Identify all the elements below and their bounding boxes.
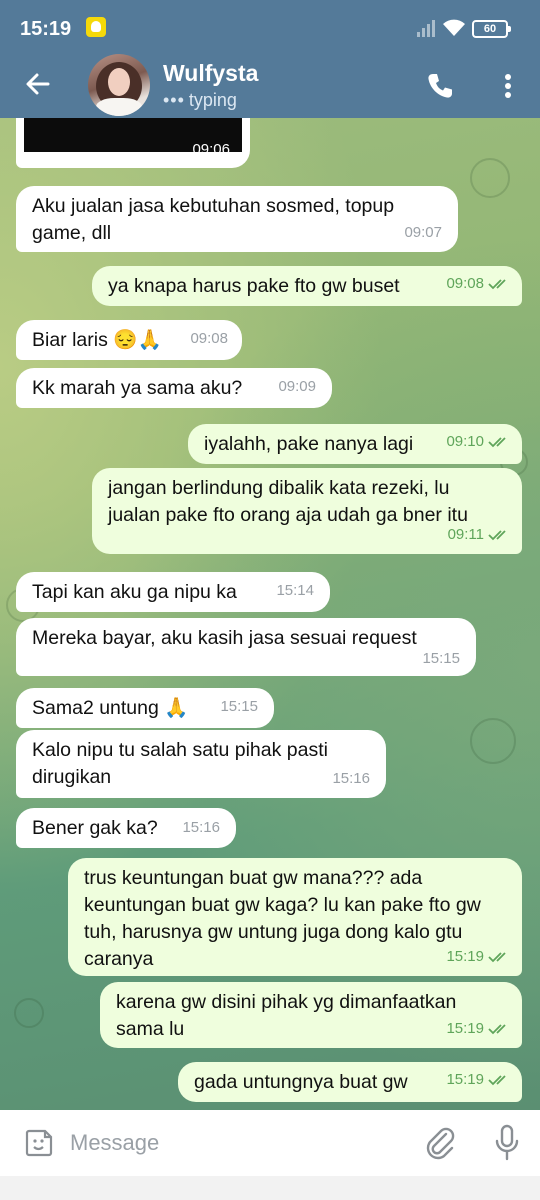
message-text: jangan berlindung dibalik kata rezeki, l…	[108, 477, 468, 526]
read-checkmarks-icon	[488, 279, 506, 290]
incoming-message[interactable]: Kk marah ya sama aku? 09:09	[16, 368, 332, 408]
status-bar: 15:19 60	[0, 0, 540, 60]
chat-header: Wulfysta ••• typing	[0, 54, 540, 118]
incoming-message[interactable]: Mereka bayar, aku kasih jasa sesuai requ…	[16, 618, 476, 676]
message-text: karena gw disini pihak yg dimanfaatkan s…	[116, 991, 457, 1040]
read-checkmarks-icon	[488, 437, 506, 448]
message-time: 09:10	[446, 433, 484, 450]
incoming-message[interactable]: Sama2 untung 🙏 15:15	[16, 688, 274, 728]
message-text: iyalahh, pake nanya lagi	[204, 433, 414, 455]
message-text: Kalo nipu tu salah satu pihak pasti diru…	[32, 739, 328, 788]
avatar[interactable]	[88, 54, 150, 116]
message-time-row: 09:10	[446, 428, 510, 455]
message-time-row: 15:19	[446, 943, 510, 970]
message-time: 15:15	[422, 650, 460, 667]
system-navigation-bar	[0, 1176, 540, 1200]
media-message[interactable]: 09:06	[16, 118, 250, 168]
background-doodle	[470, 718, 516, 764]
read-checkmarks-icon	[488, 1024, 506, 1035]
outgoing-message[interactable]: jangan berlindung dibalik kata rezeki, l…	[92, 468, 522, 554]
message-time-row: 15:19	[446, 1015, 510, 1042]
incoming-message[interactable]: Kalo nipu tu salah satu pihak pasti diru…	[16, 730, 386, 798]
message-time: 09:06	[192, 141, 230, 158]
outgoing-message[interactable]: iyalahh, pake nanya lagi 09:10	[188, 424, 522, 464]
message-text: Kk marah ya sama aku?	[32, 377, 243, 399]
message-text: Mereka bayar, aku kasih jasa sesuai requ…	[32, 627, 417, 649]
message-time-row: 09:08	[446, 270, 510, 297]
paperclip-attach-icon[interactable]	[424, 1126, 456, 1160]
incoming-message[interactable]: Aku jualan jasa kebutuhan sosmed, topup …	[16, 186, 458, 252]
message-time: 09:11	[447, 526, 484, 543]
phone-call-icon[interactable]	[424, 70, 456, 102]
contact-name[interactable]: Wulfysta	[163, 60, 258, 87]
incoming-message[interactable]: Biar laris 😔🙏 09:08	[16, 320, 242, 360]
message-time: 09:08	[446, 275, 484, 292]
message-composer	[0, 1110, 540, 1176]
chat-area[interactable]: 09:06 Aku jualan jasa kebutuhan sosmed, …	[0, 118, 540, 1110]
outgoing-message[interactable]: karena gw disini pihak yg dimanfaatkan s…	[100, 982, 522, 1048]
message-time: 09:09	[278, 378, 316, 395]
typing-dots-icon: •••	[163, 90, 185, 110]
message-time: 15:16	[182, 819, 220, 836]
sticker-emoji-icon[interactable]	[24, 1128, 54, 1158]
outgoing-message[interactable]: trus keuntungan buat gw mana??? ada keun…	[68, 858, 522, 976]
read-checkmarks-icon	[488, 1075, 506, 1086]
message-time: 09:07	[404, 224, 442, 241]
message-text: Sama2 untung 🙏	[32, 697, 189, 719]
microphone-icon[interactable]	[494, 1124, 520, 1162]
incoming-message[interactable]: Tapi kan aku ga nipu ka 15:14	[16, 572, 330, 612]
battery-indicator: 60	[472, 20, 511, 38]
read-checkmarks-icon	[488, 952, 506, 963]
outgoing-message[interactable]: ya knapa harus pake fto gw buset 09:08	[92, 266, 522, 306]
message-input[interactable]	[70, 1122, 400, 1164]
background-doodle	[470, 158, 510, 198]
message-text: Biar laris 😔🙏	[32, 329, 162, 351]
message-time: 15:16	[332, 770, 370, 787]
incoming-message[interactable]: Bener gak ka? 15:16	[16, 808, 236, 848]
background-doodle	[14, 998, 44, 1028]
message-time: 15:19	[446, 1071, 484, 1088]
message-text: trus keuntungan buat gw mana??? ada keun…	[84, 867, 481, 970]
message-text: Bener gak ka?	[32, 817, 158, 839]
message-text: Aku jualan jasa kebutuhan sosmed, topup …	[32, 195, 395, 244]
more-options-icon[interactable]	[496, 70, 520, 102]
message-time: 15:19	[446, 948, 484, 965]
typing-label: typing	[188, 90, 237, 110]
message-time: 15:19	[446, 1020, 484, 1037]
message-text: gada untungnya buat gw	[194, 1071, 408, 1093]
message-time: 15:14	[276, 582, 314, 599]
message-time: 09:08	[190, 330, 228, 347]
signal-icon	[417, 20, 435, 37]
read-checkmarks-icon	[488, 530, 506, 541]
wifi-icon	[443, 19, 465, 36]
snapchat-notification-icon	[86, 17, 106, 37]
message-time: 15:15	[220, 698, 258, 715]
message-text: Tapi kan aku ga nipu ka	[32, 581, 237, 603]
message-time-row: 15:19	[446, 1066, 510, 1093]
message-time-row: 09:11	[448, 521, 510, 548]
back-arrow-icon[interactable]	[22, 68, 54, 100]
typing-status: ••• typing	[163, 90, 237, 111]
status-time: 15:19	[20, 18, 72, 40]
message-text: ya knapa harus pake fto gw buset	[108, 275, 400, 297]
outgoing-message[interactable]: gada untungnya buat gw 15:19	[178, 1062, 522, 1102]
